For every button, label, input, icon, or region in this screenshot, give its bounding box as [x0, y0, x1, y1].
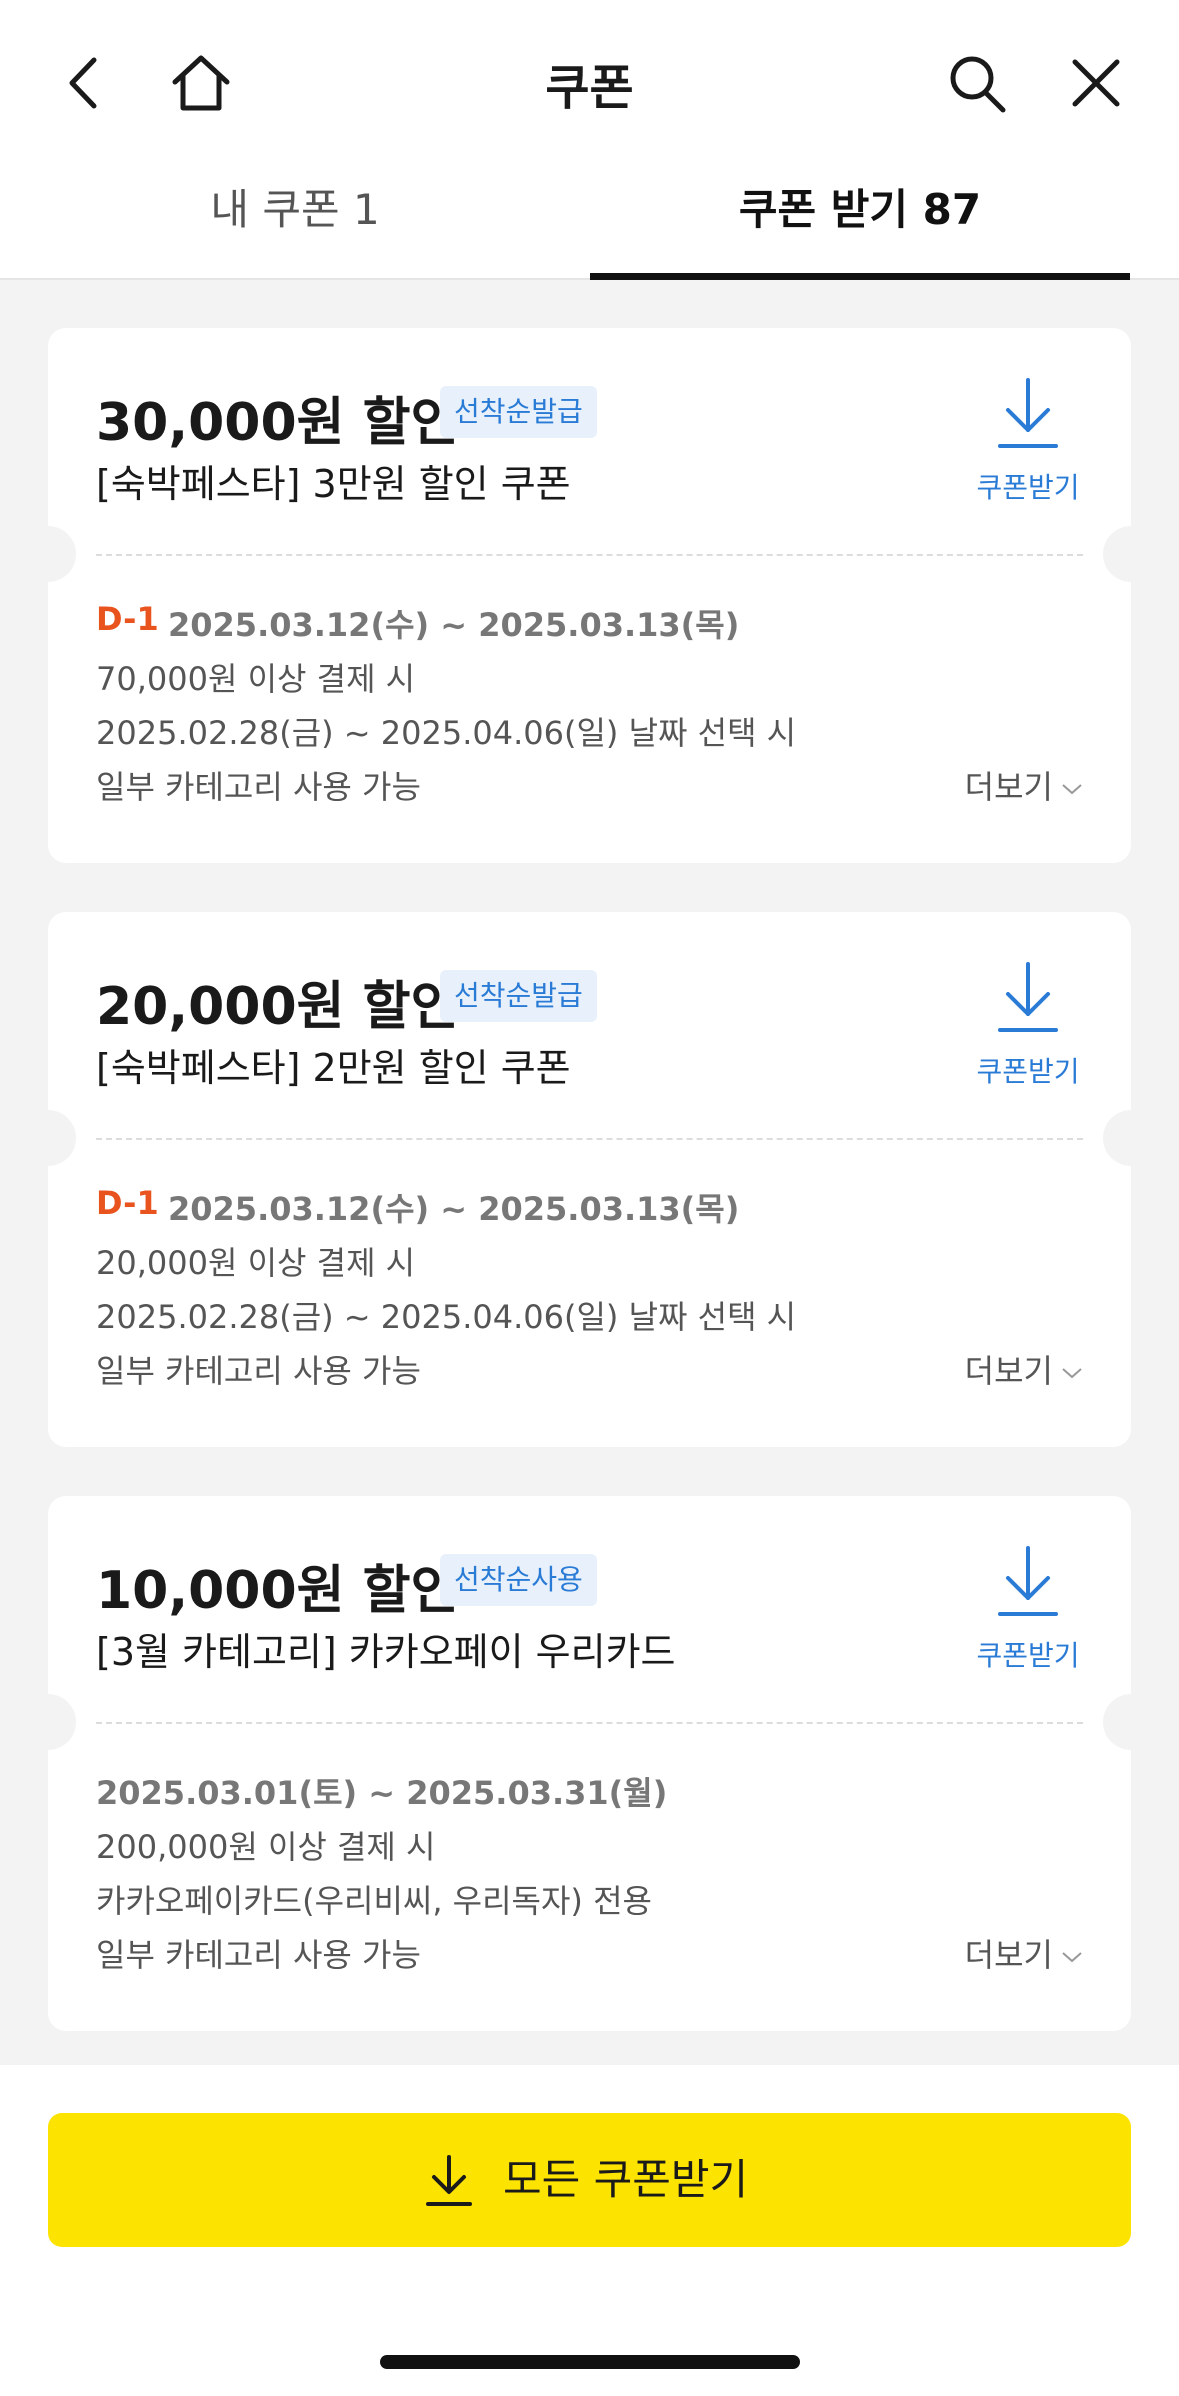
- tab-bar: 내 쿠폰 1 쿠폰 받기 87: [0, 165, 1179, 280]
- dday-badge: D-1: [96, 1184, 159, 1222]
- close-icon[interactable]: [1065, 50, 1127, 116]
- coupon-condition: 2025.02.28(금) ~ 2025.04.06(일) 날짜 선택 시: [96, 1298, 797, 1336]
- more-button[interactable]: 더보기: [965, 1930, 1083, 1976]
- coupon-period: 2025.03.12(수) ~ 2025.03.13(목): [168, 606, 740, 644]
- download-all-label: 모든 쿠폰받기: [503, 2155, 749, 2204]
- coupon-condition: 일부 카테고리 사용 가능: [96, 1352, 421, 1390]
- coupon-list: 30,000원 할인 선착순발급 [숙박페스타] 3만원 할인 쿠폰 쿠폰받기 …: [0, 280, 1179, 2065]
- ticket-notch: [20, 526, 76, 582]
- search-icon[interactable]: [945, 50, 1009, 116]
- coupon-page: 쿠폰 내 쿠폰 1 쿠폰 받기 87 30,000원 할인 선착순발급 [숙박페…: [0, 0, 1179, 2396]
- download-icon: [998, 378, 1058, 448]
- coupon-name: [3월 카테고리] 카카오페이 우리카드: [96, 1630, 676, 1674]
- coupon-badge: 선착순발급: [440, 970, 597, 1022]
- dday-badge: D-1: [96, 600, 159, 638]
- coupon-condition: 일부 카테고리 사용 가능: [96, 1936, 421, 1974]
- coupon-amount: 30,000원 할인: [96, 393, 459, 453]
- chevron-down-icon: [1062, 1952, 1082, 1963]
- home-indicator[interactable]: [380, 2355, 800, 2369]
- coupon-period: 2025.03.12(수) ~ 2025.03.13(목): [168, 1190, 740, 1228]
- more-button[interactable]: 더보기: [965, 1346, 1083, 1392]
- header: 쿠폰: [0, 0, 1179, 165]
- coupon-card: 10,000원 할인 선착순사용 [3월 카테고리] 카카오페이 우리카드 쿠폰…: [20, 1496, 1159, 2031]
- ticket-notch: [20, 1694, 76, 1750]
- chevron-down-icon: [1062, 784, 1082, 795]
- tab-get-coupons[interactable]: 쿠폰 받기 87: [590, 165, 1130, 280]
- ticket-notch: [1103, 526, 1159, 582]
- active-tab-indicator: [590, 273, 1130, 280]
- coupon-condition: 일부 카테고리 사용 가능: [96, 768, 421, 806]
- ticket-notch: [1103, 1694, 1159, 1750]
- download-coupon-button[interactable]: 쿠폰받기: [958, 960, 1098, 1100]
- download-icon: [998, 962, 1058, 1032]
- more-label: 더보기: [964, 1352, 1053, 1390]
- download-coupon-button[interactable]: 쿠폰받기: [958, 376, 1098, 516]
- coupon-condition: 20,000원 이상 결제 시: [96, 1244, 416, 1282]
- ticket-notch: [20, 1110, 76, 1166]
- dashed-divider: [96, 554, 1083, 556]
- coupon-condition: 카카오페이카드(우리비씨, 우리독자) 전용: [96, 1882, 652, 1920]
- coupon-name: [숙박페스타] 2만원 할인 쿠폰: [96, 1046, 571, 1090]
- chevron-down-icon: [1062, 1368, 1082, 1379]
- coupon-condition: 2025.02.28(금) ~ 2025.04.06(일) 날짜 선택 시: [96, 714, 797, 752]
- download-label: 쿠폰받기: [976, 471, 1080, 504]
- download-coupon-button[interactable]: 쿠폰받기: [958, 1544, 1098, 1684]
- coupon-amount: 20,000원 할인: [96, 977, 459, 1037]
- download-all-coupons-button[interactable]: 모든 쿠폰받기: [48, 2113, 1131, 2247]
- coupon-badge: 선착순사용: [440, 1554, 597, 1606]
- download-icon: [426, 2155, 472, 2206]
- download-label: 쿠폰받기: [976, 1055, 1080, 1088]
- dashed-divider: [96, 1138, 1083, 1140]
- coupon-condition: 70,000원 이상 결제 시: [96, 660, 416, 698]
- tab-my-coupons[interactable]: 내 쿠폰 1: [0, 165, 590, 280]
- coupon-card: 30,000원 할인 선착순발급 [숙박페스타] 3만원 할인 쿠폰 쿠폰받기 …: [20, 328, 1159, 863]
- coupon-period: 2025.03.01(토) ~ 2025.03.31(월): [96, 1774, 668, 1812]
- bottom-bar: 모든 쿠폰받기: [0, 2065, 1179, 2396]
- download-label: 쿠폰받기: [976, 1639, 1080, 1672]
- more-button[interactable]: 더보기: [965, 762, 1083, 808]
- more-label: 더보기: [964, 768, 1053, 806]
- dashed-divider: [96, 1722, 1083, 1724]
- more-label: 더보기: [964, 1936, 1053, 1974]
- ticket-notch: [1103, 1110, 1159, 1166]
- coupon-badge: 선착순발급: [440, 386, 597, 438]
- coupon-name: [숙박페스타] 3만원 할인 쿠폰: [96, 462, 571, 506]
- coupon-condition: 200,000원 이상 결제 시: [96, 1828, 436, 1866]
- coupon-amount: 10,000원 할인: [96, 1561, 459, 1621]
- download-icon: [998, 1546, 1058, 1616]
- coupon-card: 20,000원 할인 선착순발급 [숙박페스타] 2만원 할인 쿠폰 쿠폰받기 …: [20, 912, 1159, 1447]
